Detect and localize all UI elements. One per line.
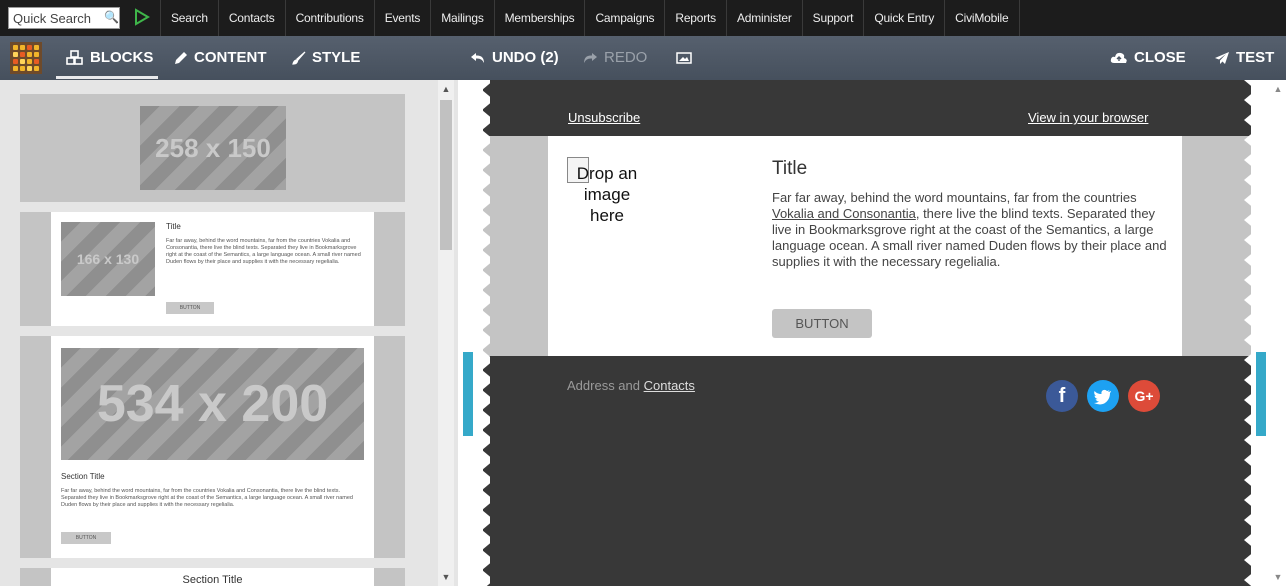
canvas-scrollbar[interactable]: ▲ ▼ <box>1270 80 1286 586</box>
image-placeholder: 166 x 130 <box>61 222 155 296</box>
menu-campaigns[interactable]: Campaigns <box>584 0 664 36</box>
block-title: Section Title <box>61 472 105 481</box>
tab-style[interactable]: STYLE <box>292 36 360 80</box>
tab-content-label: CONTENT <box>194 49 267 66</box>
block-button: BUTTON <box>61 532 111 544</box>
vokalia-link[interactable]: Vokalia and Consonantia <box>772 206 916 221</box>
menu-events[interactable]: Events <box>373 0 431 36</box>
block-image-text[interactable]: 166 x 130 Title Far far away, behind the… <box>20 212 405 326</box>
block-title[interactable]: Title <box>772 158 807 180</box>
selection-handle-left[interactable] <box>463 352 473 436</box>
blocks-panel: 258 x 150 166 x 130 Title Far far away, … <box>0 80 458 586</box>
brush-icon <box>292 51 306 65</box>
image-placeholder: 534 x 200 <box>61 348 364 460</box>
scroll-down-icon[interactable]: ▼ <box>438 572 454 582</box>
menu-quick-entry[interactable]: Quick Entry <box>863 0 944 36</box>
tab-blocks[interactable]: BLOCKS <box>66 36 153 80</box>
scroll-up-icon[interactable]: ▲ <box>438 84 454 94</box>
scroll-thumb[interactable] <box>440 100 452 250</box>
selection-handle-right[interactable] <box>1256 352 1266 436</box>
close-label: CLOSE <box>1134 49 1186 66</box>
undo-button[interactable]: UNDO (2) <box>470 36 559 80</box>
close-button[interactable]: CLOSE <box>1110 36 1186 80</box>
blocks-scrollbar[interactable]: ▲ ▼ <box>438 80 454 586</box>
scroll-up-icon[interactable]: ▲ <box>1270 84 1286 94</box>
menu-civimobile[interactable]: CiviMobile <box>944 0 1020 36</box>
block-body: 534 x 200 Section Title Far far away, be… <box>51 336 374 558</box>
civicrm-menubar: 🔍 Search Contacts Contributions Events M… <box>0 0 1286 36</box>
undo-label: UNDO (2) <box>492 49 559 66</box>
tab-content[interactable]: CONTENT <box>174 36 267 80</box>
menu-search[interactable]: Search <box>160 0 218 36</box>
tab-style-label: STYLE <box>312 49 361 66</box>
redo-label: REDO <box>604 49 648 66</box>
block-button: BUTTON <box>166 302 214 314</box>
block-section[interactable]: 534 x 200 Section Title Far far away, be… <box>20 336 405 558</box>
block-text: Far far away, behind the word mountains,… <box>61 488 353 508</box>
redo-icon <box>584 53 597 63</box>
test-button[interactable]: TEST <box>1214 36 1274 80</box>
menu-mailings[interactable]: Mailings <box>430 0 493 36</box>
block-text: Far far away, behind the word mountains,… <box>166 238 361 265</box>
menu-support[interactable]: Support <box>801 0 864 36</box>
block-body: 166 x 130 Title Far far away, behind the… <box>51 212 374 326</box>
tab-blocks-label: BLOCKS <box>90 49 154 66</box>
googleplus-icon[interactable]: G+ <box>1128 380 1160 412</box>
block-body: Section Title <box>51 568 374 586</box>
image-drop-zone[interactable]: Drop an image here <box>567 157 637 267</box>
cloud-upload-icon <box>1110 52 1127 63</box>
search-icon[interactable]: 🔍 <box>104 10 119 24</box>
redo-button[interactable]: REDO <box>582 36 647 80</box>
contacts-link[interactable]: Contacts <box>644 378 695 393</box>
image-placeholder: 258 x 150 <box>140 106 286 190</box>
address-prefix: Address and <box>567 378 644 393</box>
view-in-browser-link[interactable]: View in your browser <box>1028 110 1148 125</box>
mosaico-logo-icon <box>10 42 42 74</box>
undo-icon <box>471 53 484 63</box>
drop-image-text: Drop an image here <box>576 164 638 225</box>
menu-contacts[interactable]: Contacts <box>217 0 285 36</box>
twitter-icon[interactable] <box>1087 380 1119 412</box>
unsubscribe-link[interactable]: Unsubscribe <box>568 110 640 125</box>
cubes-icon <box>66 50 83 65</box>
menu-reports[interactable]: Reports <box>664 0 726 36</box>
image-gallery-button[interactable] <box>676 36 692 80</box>
footer-address: Address and Contacts <box>567 378 695 393</box>
content-button[interactable]: BUTTON <box>772 309 872 338</box>
menu-administer[interactable]: Administer <box>725 0 802 36</box>
send-icon <box>1215 52 1229 64</box>
menu-memberships[interactable]: Memberships <box>493 0 585 36</box>
block-image-only[interactable]: 258 x 150 <box>20 94 405 202</box>
scroll-down-icon[interactable]: ▼ <box>1270 572 1286 582</box>
main-menu: Search Contacts Contributions Events Mai… <box>160 0 1020 36</box>
block-section-title[interactable]: Section Title <box>20 568 405 586</box>
block-title: Section Title <box>182 574 243 586</box>
block-text[interactable]: Far far away, behind the word mountains,… <box>772 190 1170 270</box>
block-title: Title <box>166 222 181 231</box>
facebook-icon[interactable]: f <box>1046 380 1078 412</box>
menu-contributions[interactable]: Contributions <box>284 0 374 36</box>
test-label: TEST <box>1236 49 1275 66</box>
play-icon[interactable] <box>134 8 150 26</box>
editor-toolbar: BLOCKS CONTENT STYLE UNDO (2) REDO CLOSE… <box>0 36 1286 80</box>
pencil-icon <box>175 52 187 64</box>
text-part: Far far away, behind the word mountains,… <box>772 190 1137 205</box>
image-icon <box>676 52 692 64</box>
